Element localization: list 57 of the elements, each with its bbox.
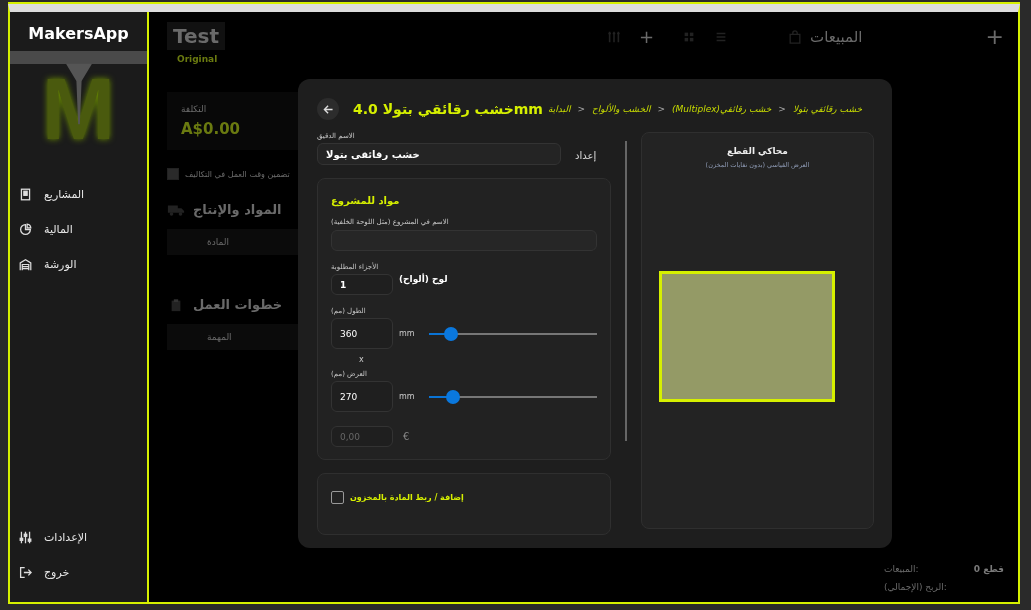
app-name: MakersApp xyxy=(27,23,130,45)
add-button[interactable]: + xyxy=(639,30,655,44)
card-title: مواد للمشروع xyxy=(331,195,400,206)
breadcrumb-separator: < xyxy=(778,104,786,114)
scrollbar[interactable] xyxy=(625,141,627,441)
checkbox[interactable] xyxy=(331,491,344,504)
summary-value: قطع 0 xyxy=(973,564,1004,574)
cost-label: التكلفة xyxy=(181,104,208,114)
slider-thumb[interactable] xyxy=(445,389,460,404)
unit-label: mm xyxy=(399,329,416,338)
nav-item[interactable]: خروج xyxy=(10,555,147,590)
slider-thumb[interactable] xyxy=(443,326,458,341)
project-title: Test xyxy=(167,22,225,50)
project-subtitle: Original xyxy=(176,53,219,64)
checkbox-label: تضمين وقت العمل في التكاليف xyxy=(185,169,290,179)
garage-icon xyxy=(19,258,32,271)
settings-icon xyxy=(19,531,32,544)
nav-item[interactable]: الإعدادات xyxy=(10,520,147,555)
breadcrumb-link[interactable]: الخشب والألواح xyxy=(591,104,651,114)
simulator-title: محاكي القطع xyxy=(727,146,788,156)
logout-icon xyxy=(19,566,32,579)
section-heading: المواد والإنتاج xyxy=(193,202,282,217)
arrow-left-icon xyxy=(321,102,335,116)
name-field[interactable]: خشب رقائقي بتولا xyxy=(317,143,561,165)
back-button[interactable] xyxy=(317,98,339,120)
slider[interactable] xyxy=(429,326,597,341)
cost-value: A$0.00 xyxy=(181,120,242,138)
times-symbol: x xyxy=(359,355,365,364)
checkbox[interactable] xyxy=(167,168,179,180)
breadcrumb-separator: < xyxy=(577,104,585,114)
breadcrumb-separator: < xyxy=(657,104,665,114)
section-heading: المبيعات xyxy=(810,28,863,46)
currency-symbol: € xyxy=(403,431,410,442)
logo-drawing: M xyxy=(10,51,147,165)
breadcrumb-link[interactable]: البداية xyxy=(547,104,571,114)
parts-field[interactable]: 1 xyxy=(331,274,393,295)
nav-item[interactable]: الورشة xyxy=(10,247,147,282)
bag-icon xyxy=(788,30,803,44)
setup-label: إعداد xyxy=(575,150,597,164)
breadcrumb-link[interactable]: خشب رقائقي بتولا xyxy=(792,104,862,114)
add-button[interactable]: + xyxy=(985,30,1004,44)
summary-label: المبيعات: xyxy=(884,564,919,574)
unit-label: mm xyxy=(399,392,416,401)
summary-label: الربح (الإجمالي): xyxy=(884,582,947,592)
dialog-title: mmخشب رقائقي بتولا 4.0 xyxy=(353,101,543,117)
price-field[interactable]: 0,00 xyxy=(331,426,393,447)
breadcrumb-link[interactable]: خشب رقائقي(Multiplex) xyxy=(672,104,772,114)
checkbox-label: إضافة / ربط المادة بالمخزون xyxy=(350,493,464,502)
unit-label: لوح (ألواح) xyxy=(399,274,448,284)
slider[interactable] xyxy=(429,389,597,404)
dimension-field[interactable]: 270 xyxy=(331,381,393,412)
dimension-field[interactable]: 360 xyxy=(331,318,393,349)
pie-chart-icon xyxy=(19,223,32,236)
section-heading: خطوات العمل xyxy=(193,297,283,312)
nav-item[interactable]: المالية xyxy=(10,212,147,247)
nav-item[interactable]: المشاريع xyxy=(10,177,147,212)
book-icon xyxy=(19,188,32,201)
